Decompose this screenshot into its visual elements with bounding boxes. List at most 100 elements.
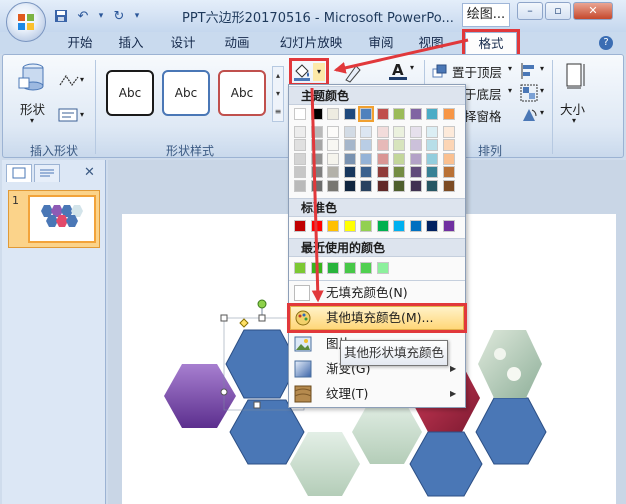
standard-color-swatch[interactable] (409, 220, 422, 232)
edit-shape-icon[interactable] (58, 73, 80, 89)
shapes-icon[interactable] (18, 62, 48, 94)
theme-color-swatch[interactable] (310, 152, 323, 165)
standard-color-swatch[interactable] (310, 220, 323, 232)
recent-color-swatch[interactable] (294, 262, 306, 274)
theme-color-swatch[interactable] (310, 125, 323, 138)
theme-color-swatch[interactable] (360, 139, 372, 151)
theme-color-swatch[interactable] (409, 152, 422, 165)
theme-color-swatch[interactable] (360, 179, 372, 192)
restore-button[interactable]: ▫ (545, 2, 571, 20)
office-button[interactable] (6, 2, 46, 42)
tab-insert[interactable]: 插入 (114, 32, 148, 54)
minimize-button[interactable]: – (517, 2, 543, 20)
theme-color-swatch[interactable] (294, 166, 306, 178)
bring-to-front-label[interactable]: 置于顶层 (452, 62, 502, 81)
theme-color-swatch[interactable] (327, 179, 339, 192)
theme-color-swatch[interactable] (409, 179, 422, 192)
group-dropdown-icon[interactable]: ▾ (540, 86, 544, 95)
close-pane-icon[interactable]: ✕ (84, 165, 95, 180)
theme-color-swatch[interactable] (376, 166, 389, 178)
theme-color-swatch[interactable] (442, 152, 455, 165)
theme-color-swatch[interactable] (393, 125, 405, 138)
theme-color-swatch[interactable] (393, 152, 405, 165)
theme-color-swatch[interactable] (442, 179, 455, 192)
theme-color-swatch[interactable] (294, 152, 306, 165)
theme-color-swatch[interactable] (343, 125, 356, 138)
standard-color-swatch[interactable] (294, 220, 306, 232)
theme-color-swatch[interactable] (393, 166, 405, 178)
standard-color-swatch[interactable] (426, 220, 438, 232)
shape-outline-icon[interactable] (342, 62, 366, 84)
rotate-icon[interactable] (520, 106, 538, 124)
tab-slide-show[interactable]: 幻灯片放映 (276, 32, 346, 54)
recent-color-swatch[interactable] (360, 262, 372, 274)
tab-animations[interactable]: 动画 (220, 32, 254, 54)
theme-color-swatch[interactable] (393, 139, 405, 151)
theme-color-swatch[interactable] (409, 108, 422, 120)
theme-color-swatch[interactable] (376, 125, 389, 138)
theme-color-swatch[interactable] (376, 139, 389, 151)
slides-tab[interactable] (6, 164, 32, 182)
customize-qat-icon[interactable]: ▾ (132, 7, 142, 25)
theme-color-swatch[interactable] (376, 152, 389, 165)
theme-color-swatch[interactable] (426, 152, 438, 165)
slide-thumbnail[interactable] (28, 195, 96, 243)
theme-color-swatch[interactable] (409, 125, 422, 138)
theme-color-swatch[interactable] (409, 166, 422, 178)
theme-color-swatch[interactable] (360, 152, 372, 165)
theme-color-swatch[interactable] (442, 108, 455, 120)
texture-menu-item[interactable]: 纹理(T) (290, 382, 464, 406)
theme-color-swatch[interactable] (294, 125, 306, 138)
theme-color-swatch[interactable] (360, 125, 372, 138)
theme-color-swatch[interactable] (294, 108, 306, 120)
recent-color-swatch[interactable] (327, 262, 339, 274)
theme-color-swatch[interactable] (358, 106, 374, 122)
theme-color-swatch[interactable] (343, 179, 356, 192)
tab-view[interactable]: 视图 (414, 32, 448, 54)
theme-color-swatch[interactable] (327, 139, 339, 151)
redo-icon[interactable]: ↻ (110, 7, 128, 25)
recent-color-swatch[interactable] (376, 262, 389, 274)
theme-color-swatch[interactable] (327, 166, 339, 178)
text-box-icon[interactable] (58, 108, 78, 122)
theme-color-swatch[interactable] (343, 166, 356, 178)
qat-dropdown-icon[interactable]: ▾ (96, 7, 106, 25)
theme-color-swatch[interactable] (343, 152, 356, 165)
send-to-back-label[interactable]: 于底层 (464, 84, 502, 103)
theme-color-swatch[interactable] (426, 166, 438, 178)
shapes-dropdown-icon[interactable]: ▾ (30, 116, 34, 125)
tab-design[interactable]: 设计 (166, 32, 200, 54)
help-icon[interactable]: ? (599, 36, 613, 50)
standard-color-swatch[interactable] (376, 220, 389, 232)
align-dropdown-icon[interactable]: ▾ (540, 64, 544, 73)
standard-color-swatch[interactable] (327, 220, 339, 232)
theme-color-swatch[interactable] (310, 179, 323, 192)
send-to-back-dropdown-icon[interactable]: ▾ (508, 86, 512, 95)
tab-home[interactable]: 开始 (60, 32, 100, 54)
theme-color-swatch[interactable] (343, 139, 356, 151)
styles-scroll-control[interactable]: ▴ ▾ ≡ (272, 66, 284, 122)
save-icon[interactable] (52, 7, 70, 25)
recent-color-swatch[interactable] (343, 262, 356, 274)
rotate-dropdown-icon[interactable]: ▾ (540, 108, 544, 117)
shape-style-sample-2[interactable]: Abc (162, 70, 210, 116)
theme-color-swatch[interactable] (310, 139, 323, 151)
undo-icon[interactable]: ↶ (74, 7, 92, 25)
shape-style-sample-3[interactable]: Abc (218, 70, 266, 116)
outline-tab[interactable] (34, 164, 60, 182)
group-icon[interactable] (520, 84, 538, 102)
theme-color-swatch[interactable] (409, 139, 422, 151)
theme-color-swatch[interactable] (310, 108, 323, 120)
theme-color-swatch[interactable] (442, 139, 455, 151)
theme-color-swatch[interactable] (393, 108, 405, 120)
standard-color-swatch[interactable] (442, 220, 455, 232)
theme-color-swatch[interactable] (426, 179, 438, 192)
size-dropdown-icon[interactable]: ▾ (572, 116, 576, 125)
recent-color-swatch[interactable] (310, 262, 323, 274)
standard-color-swatch[interactable] (360, 220, 372, 232)
theme-color-swatch[interactable] (360, 166, 372, 178)
text-fill-dropdown-icon[interactable]: ▾ (410, 63, 414, 72)
theme-color-swatch[interactable] (442, 125, 455, 138)
text-fill-icon[interactable]: A (386, 60, 410, 82)
no-fill-menu-item[interactable]: 无填充颜色(N) (290, 281, 464, 305)
